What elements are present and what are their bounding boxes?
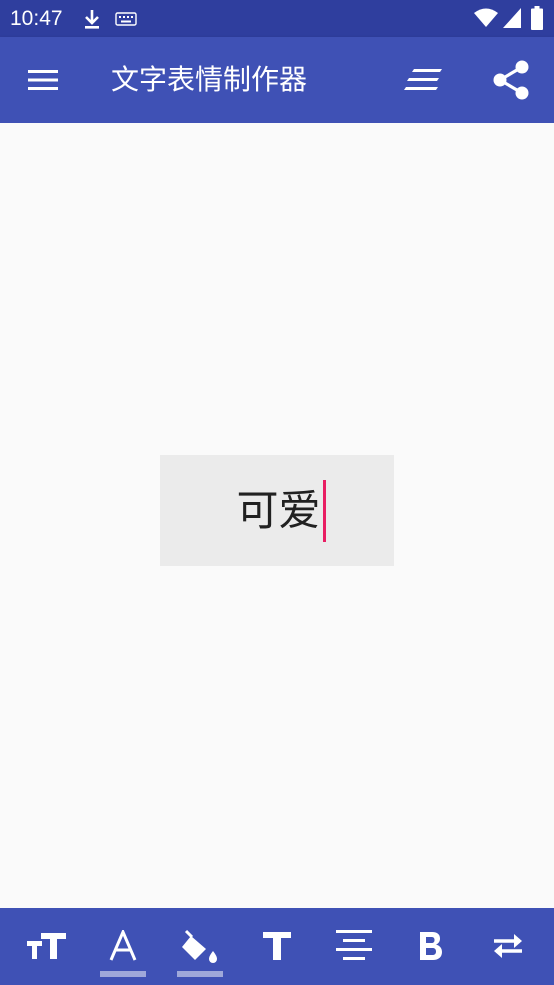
- align-center-icon: [336, 930, 372, 960]
- bottom-toolbar: [0, 908, 554, 985]
- background-fill-button[interactable]: [172, 918, 228, 977]
- text-row: 可爱: [236, 479, 326, 542]
- text-color-button[interactable]: [95, 918, 151, 977]
- menu-button[interactable]: [19, 56, 67, 104]
- text-cursor: [322, 479, 326, 542]
- canvas-area: 可爱: [0, 123, 554, 908]
- text-color-indicator: [100, 971, 146, 977]
- app-bar: 文字表情制作器: [0, 37, 554, 123]
- download-icon: [85, 10, 99, 29]
- font-button[interactable]: [249, 918, 305, 974]
- menu-icon: [28, 70, 58, 90]
- font-icon: [263, 932, 291, 960]
- app-title: 文字表情制作器: [111, 63, 308, 96]
- text-size-button[interactable]: [19, 918, 75, 974]
- wifi-icon: [474, 8, 498, 27]
- align-center-button[interactable]: [326, 918, 382, 974]
- text-align-icon: [404, 69, 442, 90]
- status-bar: 10:47: [0, 0, 554, 37]
- emoji-text[interactable]: 可爱: [236, 483, 320, 539]
- swap-button[interactable]: [480, 918, 536, 974]
- text-color-icon: [109, 930, 137, 961]
- status-time: 10:47: [10, 7, 63, 30]
- fill-bucket-icon: [182, 929, 217, 963]
- swap-icon: [494, 934, 522, 958]
- signal-icon: [503, 8, 521, 28]
- battery-icon: [531, 6, 543, 30]
- text-box[interactable]: 可爱: [160, 455, 394, 566]
- background-fill-indicator: [177, 971, 223, 977]
- share-icon: [493, 60, 529, 100]
- share-button[interactable]: [487, 56, 535, 104]
- text-align-button[interactable]: [400, 56, 448, 104]
- bold-icon: [420, 932, 442, 960]
- keyboard-icon: [115, 12, 137, 26]
- bold-button[interactable]: [403, 918, 459, 974]
- text-size-icon: [27, 933, 66, 959]
